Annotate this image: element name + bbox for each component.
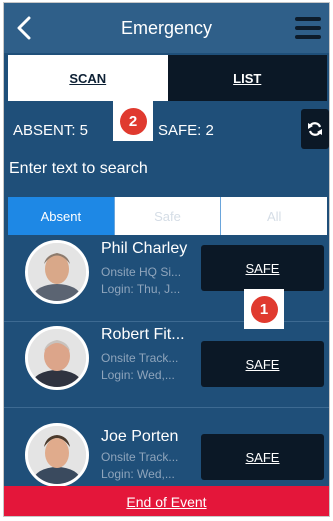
absent-count: ABSENT: 5: [13, 122, 89, 139]
app-screen: Emergency SCAN LIST ABSENT: 5 2 SAFE: 2 …: [3, 2, 330, 517]
search-input[interactable]: [9, 158, 319, 180]
filter-absent[interactable]: Absent: [8, 197, 114, 235]
chevron-left-icon: [17, 16, 31, 40]
avatar: [25, 423, 89, 487]
filter-safe[interactable]: Safe: [113, 197, 221, 235]
person-location: Onsite Track...: [101, 450, 179, 464]
refresh-icon: [308, 122, 322, 136]
back-button[interactable]: [10, 13, 38, 43]
status-filter: Absent Safe All: [8, 197, 327, 235]
list-item[interactable]: Robert Fit... Onsite Track... Login: Wed…: [4, 321, 329, 408]
person-name: Robert Fit...: [101, 326, 185, 343]
person-name: Joe Porten: [101, 428, 179, 445]
avatar: [25, 326, 89, 390]
status-counts: ABSENT: 5 2 SAFE: 2: [4, 101, 329, 157]
mark-safe-button[interactable]: SAFE: [201, 245, 324, 291]
person-login: Login: Thu, J...: [101, 282, 181, 296]
mark-safe-button[interactable]: SAFE: [201, 434, 324, 480]
safe-count: SAFE: 2: [158, 122, 214, 139]
page-title: Emergency: [120, 17, 213, 38]
person-name: Phil Charley: [101, 240, 188, 257]
filter-all[interactable]: All: [220, 197, 327, 235]
person-location: Onsite Track...: [101, 351, 179, 365]
end-of-event-button[interactable]: End of Event: [4, 486, 329, 516]
hamburger-icon: [295, 17, 321, 21]
tab-scan[interactable]: SCAN: [8, 55, 168, 101]
person-login: Login: Wed,...: [101, 368, 175, 382]
header-bar: Emergency: [4, 3, 329, 53]
mark-safe-button[interactable]: SAFE: [201, 341, 324, 387]
scan-list-toggle: SCAN LIST: [8, 55, 327, 101]
person-login: Login: Wed,...: [101, 467, 175, 481]
person-location: Onsite HQ Si...: [101, 265, 182, 279]
tab-list[interactable]: LIST: [167, 55, 327, 101]
menu-button[interactable]: [295, 17, 321, 39]
refresh-button[interactable]: [301, 109, 329, 149]
avatar: [25, 240, 89, 304]
callout-badge-2: 2: [113, 101, 153, 141]
